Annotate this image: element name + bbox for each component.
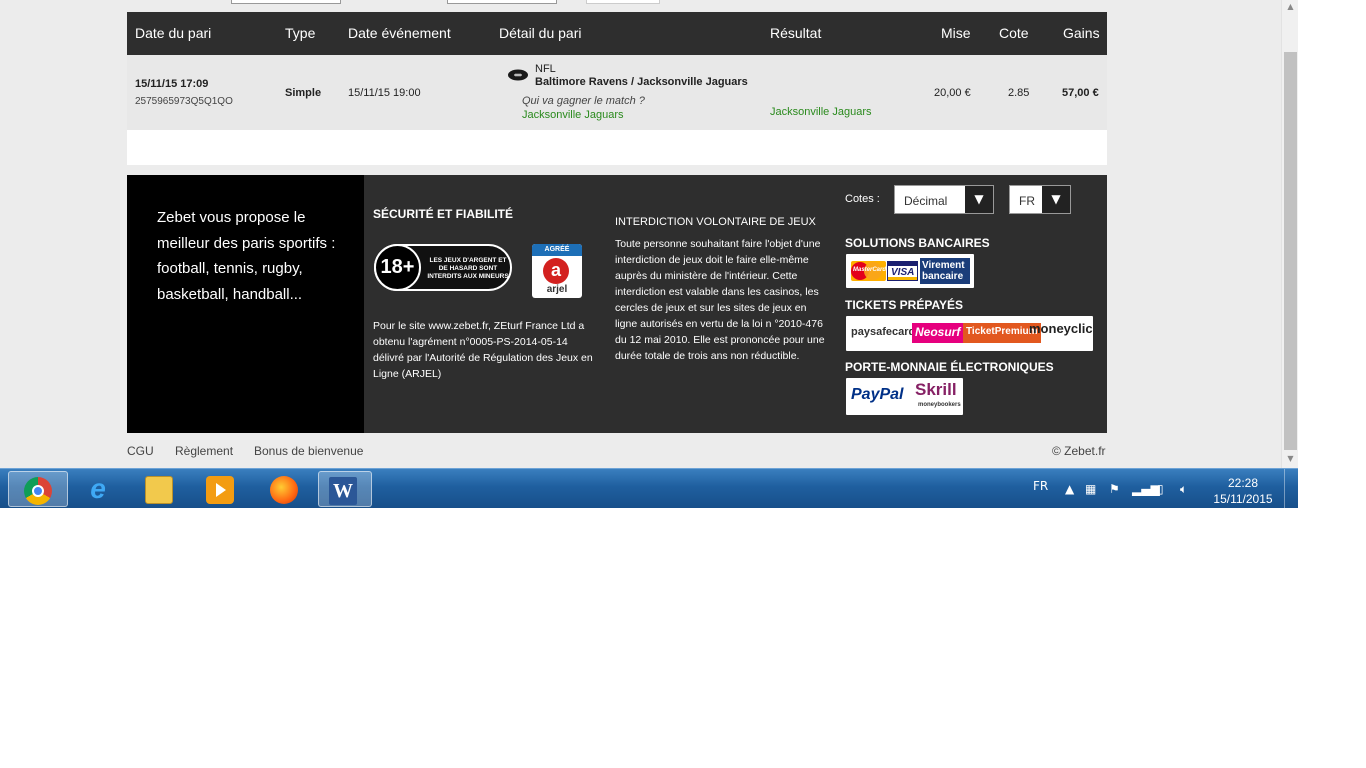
interdiction-text: Toute personne souhaitant faire l'objet …	[615, 238, 825, 362]
flag-icon[interactable]: ⚑	[1109, 482, 1120, 496]
age-restriction-text: LES JEUX D'ARGENT ET DE HASARD SONT INTE…	[427, 257, 509, 280]
taskbar-firefox[interactable]	[255, 471, 315, 507]
col-date-pari[interactable]: Date du pari	[135, 25, 211, 41]
taskbar-explorer[interactable]	[130, 471, 190, 507]
site-footer: Zebet vous propose le meilleur des paris…	[127, 175, 1107, 433]
bets-table-header: Date du pari Type Date événement Détail …	[127, 12, 1107, 55]
scroll-down-icon[interactable]: ▼	[1282, 452, 1299, 466]
col-gains[interactable]: Gains	[1063, 25, 1100, 41]
filter-input-2[interactable]	[447, 0, 557, 4]
mastercard-icon: MasterCard	[851, 261, 886, 281]
bet-result: Jacksonville Jaguars	[770, 106, 872, 118]
chevron-down-icon: ▼	[965, 186, 993, 213]
taskbar-ie[interactable]: e	[69, 471, 129, 507]
paysafecard-icon: paysafecard	[851, 326, 916, 338]
col-type[interactable]: Type	[285, 25, 315, 41]
taskbar-media-player[interactable]	[191, 471, 251, 507]
age-restriction-badge: 18+ LES JEUX D'ARGENT ET DE HASARD SONT …	[374, 244, 512, 291]
football-icon	[507, 69, 529, 84]
wallet-logos: PayPal Skrill moneybookers	[846, 378, 963, 415]
skrill-icon: Skrill	[915, 380, 957, 399]
bet-winnings: 57,00 €	[1062, 87, 1099, 99]
scrollbar-thumb[interactable]	[1284, 52, 1297, 450]
bet-stake: 20,00 €	[934, 87, 971, 99]
scroll-up-icon[interactable]: ▲	[1282, 0, 1299, 14]
volume-icon[interactable]: 🔈︎	[1180, 482, 1187, 497]
network-signal-icon[interactable]: ▂▄▆	[1132, 482, 1160, 496]
show-desktop-button[interactable]	[1284, 469, 1298, 509]
copyright: © Zebet.fr	[1052, 444, 1106, 458]
match-name: Baltimore Ravens / Jacksonville Jaguars	[535, 76, 748, 88]
bank-transfer-icon: Virement bancaire	[920, 258, 970, 284]
age-18-icon: 18+	[374, 244, 421, 291]
sport-name: NFL	[535, 63, 556, 75]
bet-selection: Jacksonville Jaguars	[522, 109, 624, 121]
filter-button[interactable]	[586, 0, 660, 4]
chrome-icon	[24, 477, 52, 505]
tickets-title: TICKETS PRÉPAYÉS	[845, 298, 964, 312]
odds-format-label: Cotes :	[845, 193, 880, 205]
odds-format-select[interactable]: Décimal ▼	[894, 185, 994, 214]
taskbar-chrome[interactable]	[8, 471, 68, 507]
col-cote[interactable]: Cote	[999, 25, 1029, 41]
visa-icon: VISA	[887, 261, 918, 281]
internet-explorer-icon: e	[90, 473, 106, 504]
footer-promo-panel: Zebet vous propose le meilleur des paris…	[127, 175, 364, 433]
clock-date: 15/11/2015	[1213, 492, 1273, 506]
paypal-icon: PayPal	[851, 386, 904, 403]
link-bonus[interactable]: Bonus de bienvenue	[254, 444, 363, 458]
neosurf-icon: Neosurf	[912, 323, 964, 343]
bank-title: SOLUTIONS BANCAIRES	[845, 236, 990, 250]
arjel-agree-label: AGRÉÉ	[532, 244, 582, 256]
securite-text: Pour le site www.zebet.fr, ZEturf France…	[373, 320, 593, 380]
table-row[interactable]: 15/11/15 17:09 2575965973Q5Q1QO Simple 1…	[127, 55, 1107, 130]
filter-input-1[interactable]	[231, 0, 341, 4]
input-language[interactable]: FR	[1033, 479, 1048, 493]
bet-reference: 2575965973Q5Q1QO	[135, 96, 233, 107]
wallet-title: PORTE-MONNAIE ÉLECTRONIQUES	[845, 360, 1054, 374]
event-date: 15/11/15 19:00	[348, 87, 421, 99]
language-select[interactable]: FR ▼	[1009, 185, 1071, 214]
word-icon: W	[329, 477, 357, 505]
show-hidden-icons-icon[interactable]: ▲	[1065, 482, 1074, 496]
moneybookers-label: moneybookers	[918, 402, 961, 408]
ticket-logos: paysafecard Neosurf TicketPremium moneyc…	[846, 316, 1093, 351]
arjel-name: arjel	[546, 284, 568, 295]
media-player-icon	[206, 476, 234, 504]
windows-taskbar: e W FR ▲ ▦ ⚑ ▂▄▆ ▯ 🔈︎ 22:28 15/11/2015	[0, 468, 1298, 509]
bet-date: 15/11/15 17:09	[135, 78, 209, 90]
bet-question: Qui va gagner le match ?	[522, 95, 645, 107]
system-clock[interactable]: 22:28 15/11/2015	[1208, 475, 1278, 507]
bet-type: Simple	[285, 87, 322, 99]
vertical-scrollbar[interactable]: ▲ ▼	[1281, 0, 1298, 468]
col-detail[interactable]: Détail du pari	[499, 25, 582, 41]
col-date-event[interactable]: Date événement	[348, 25, 451, 41]
clock-time: 22:28	[1227, 476, 1259, 490]
windows-grid-icon[interactable]: ▦	[1085, 482, 1096, 496]
file-explorer-icon	[145, 476, 173, 504]
interdiction-title: INTERDICTION VOLONTAIRE DE JEUX	[615, 216, 816, 228]
language-value: FR	[1019, 194, 1035, 208]
bet-odds: 2.85	[1008, 87, 1030, 99]
firefox-icon	[270, 476, 298, 504]
link-cgu[interactable]: CGU	[127, 444, 154, 458]
col-resultat[interactable]: Résultat	[770, 25, 821, 41]
taskbar-word[interactable]: W	[318, 471, 372, 507]
col-mise[interactable]: Mise	[941, 25, 971, 41]
promo-text: Zebet vous propose le meilleur des paris…	[157, 209, 336, 303]
arjel-logo[interactable]: AGRÉÉ a arjel	[532, 244, 582, 298]
securite-title: SÉCURITÉ ET FIABILITÉ	[373, 207, 514, 221]
power-icon[interactable]: ▯	[1157, 482, 1164, 496]
bank-logos: MasterCard VISA Virement bancaire	[846, 254, 974, 288]
table-spacer	[127, 130, 1107, 165]
chevron-down-icon: ▼	[1042, 186, 1070, 213]
link-reglement[interactable]: Règlement	[175, 444, 233, 458]
arjel-a-icon: a	[543, 258, 569, 284]
odds-format-value: Décimal	[904, 194, 948, 208]
moneyclic-icon: moneyclic	[1029, 321, 1093, 336]
